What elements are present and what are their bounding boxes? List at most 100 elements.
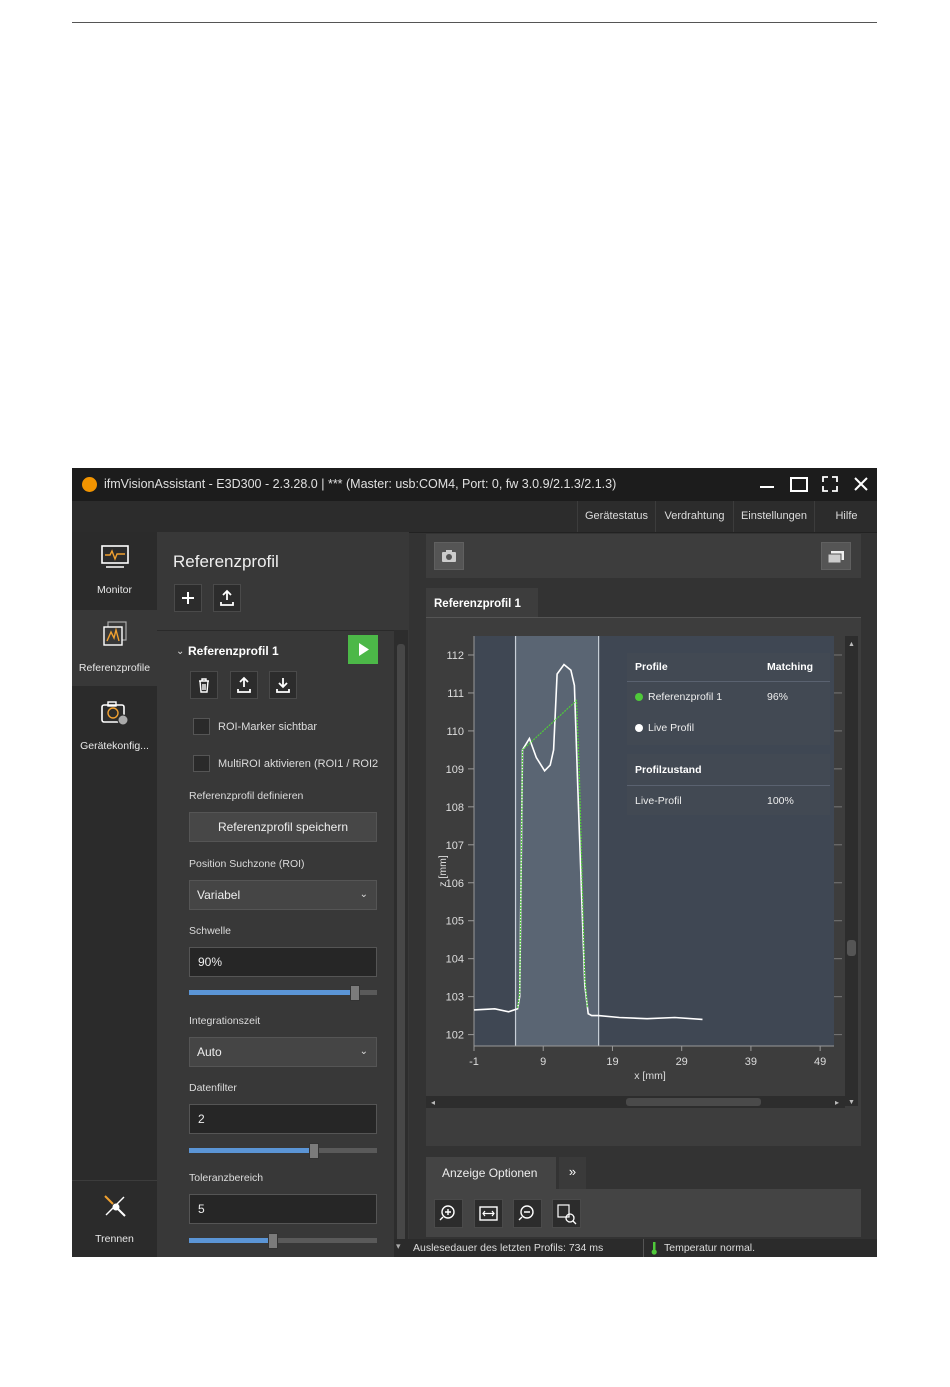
roi-marker-checkbox[interactable]	[193, 718, 210, 735]
y-tick-label: 109	[446, 764, 464, 776]
close-icon[interactable]	[850, 473, 872, 495]
define-label: Referenzprofil definieren	[189, 790, 304, 802]
y-tick-label: 111	[447, 688, 464, 700]
zoom-out-button[interactable]	[513, 1199, 542, 1228]
overlay-col-profile: Profile	[635, 661, 668, 673]
save-reference-button[interactable]: Referenzprofil speichern	[189, 812, 377, 842]
chevron-down-icon: ⌄	[359, 889, 368, 900]
menu-geraetestatus[interactable]: Gerätestatus	[577, 501, 655, 532]
scroll-left-icon: ◂	[431, 1098, 435, 1107]
profile-item-title: Referenzprofil 1	[188, 644, 279, 658]
maximize-icon[interactable]	[788, 473, 810, 495]
zoom-region-icon	[557, 1204, 577, 1225]
datenfilter-slider-fill	[189, 1148, 314, 1153]
y-tick-label: 110	[446, 726, 464, 738]
toleranz-slider[interactable]	[189, 1233, 377, 1249]
snapshot-button[interactable]	[434, 542, 464, 570]
datenfilter-label: Datenfilter	[189, 1082, 237, 1094]
tab-anzeige-optionen[interactable]: Anzeige Optionen	[426, 1157, 556, 1189]
x-axis-label: x [mm]	[634, 1070, 666, 1082]
menu-hilfe[interactable]: Hilfe	[814, 501, 877, 532]
multiroi-label: MultiROI aktivieren (ROI1 / ROI2	[218, 758, 379, 770]
app-logo-icon	[82, 477, 97, 492]
chart-vscrollbar	[845, 636, 858, 1106]
scroll-up-icon: ▲	[848, 641, 855, 648]
x-tick-label: -1	[469, 1056, 479, 1068]
monitor-icon	[101, 545, 129, 568]
position-value: Variabel	[197, 888, 241, 902]
nav-referenzprofile-label: Referenzprofile	[78, 662, 151, 674]
page-rule	[72, 22, 877, 23]
title-bar: ifmVisionAssistant - E3D300 - 2.3.28.0 |…	[72, 468, 877, 501]
roi-marker-label: ROI-Marker sichtbar	[218, 721, 318, 733]
chart-hscrollbar-thumb	[626, 1098, 761, 1106]
layers-button[interactable]	[821, 542, 851, 570]
window-title: ifmVisionAssistant - E3D300 - 2.3.28.0 |…	[104, 477, 617, 491]
schwelle-slider-handle[interactable]	[350, 985, 361, 1001]
position-label: Position Suchzone (ROI)	[189, 858, 305, 870]
nav-monitor-label: Monitor	[96, 584, 132, 596]
expand-options-icon[interactable]: »	[559, 1157, 586, 1189]
panel-divider	[157, 630, 394, 631]
y-tick-label: 102	[446, 1030, 464, 1042]
referenzprofile-icon	[103, 621, 127, 646]
nav-referenzprofile[interactable]: Referenzprofile	[72, 610, 157, 686]
state-name: Live-Profil	[635, 795, 682, 807]
status-divider	[643, 1239, 644, 1257]
matching-overlay: Profile Matching Referenzprofil 1 96% Li…	[627, 653, 830, 745]
import-button[interactable]	[269, 671, 297, 699]
schwelle-input[interactable]: 90%	[189, 947, 377, 977]
datenfilter-input[interactable]: 2	[189, 1104, 377, 1134]
schwelle-slider-fill	[189, 990, 355, 995]
schwelle-slider[interactable]	[189, 985, 377, 1001]
minimize-icon[interactable]	[756, 473, 778, 495]
position-dropdown[interactable]: Variabel ⌄	[189, 880, 377, 910]
toleranz-slider-handle[interactable]	[267, 1233, 278, 1249]
nav-geraetekonfig-label: Gerätekonfig...	[80, 740, 149, 752]
nav-geraetekonfig[interactable]: Gerätekonfig...	[72, 688, 157, 764]
panel-scrollbar-thumb[interactable]	[397, 644, 405, 1250]
integration-label: Integrationszeit	[189, 1015, 261, 1027]
panel-scrollbar[interactable]	[394, 630, 408, 1257]
play-button[interactable]	[348, 635, 378, 664]
x-tick-label: 49	[814, 1056, 826, 1068]
live-dot-icon	[635, 724, 643, 732]
delete-button[interactable]	[190, 671, 218, 699]
app-window: ifmVisionAssistant - E3D300 - 2.3.28.0 |…	[72, 468, 877, 1257]
chevron-down-icon: ⌄	[359, 1046, 368, 1057]
thermometer-icon	[651, 1242, 657, 1255]
nav-monitor[interactable]: Monitor	[72, 532, 157, 608]
upload-button[interactable]	[213, 584, 241, 612]
collapse-chevron-icon[interactable]: ⌄	[176, 646, 184, 657]
add-button[interactable]	[174, 584, 202, 612]
toleranz-label: Toleranzbereich	[189, 1172, 264, 1184]
status-readout: Auslesedauer des letzten Profils: 734 ms	[413, 1242, 604, 1254]
multiroi-checkbox[interactable]	[193, 755, 210, 772]
scroll-down-arrow-icon[interactable]: ▾	[396, 1241, 401, 1252]
state-header: Profilzustand	[635, 764, 702, 776]
zoom-in-button[interactable]	[434, 1199, 463, 1228]
menu-einstellungen[interactable]: Einstellungen	[733, 501, 814, 532]
menu-verdrahtung[interactable]: Verdrahtung	[655, 501, 733, 532]
datenfilter-slider[interactable]	[189, 1143, 377, 1159]
tab-referenzprofil-1[interactable]: Referenzprofil 1	[426, 588, 538, 617]
datenfilter-slider-handle[interactable]	[309, 1143, 320, 1159]
toleranz-slider-fill	[189, 1238, 272, 1243]
zoom-region-button[interactable]	[552, 1199, 581, 1228]
roi-band	[515, 636, 599, 1046]
fullscreen-icon[interactable]	[819, 473, 841, 495]
view-toolbar	[426, 534, 861, 578]
integration-value: Auto	[197, 1045, 222, 1059]
export-button[interactable]	[230, 671, 258, 699]
left-nav: Monitor Referenzprofile Gerätekonfig...	[72, 532, 157, 1257]
overlay-divider	[627, 681, 830, 682]
fit-width-button[interactable]	[474, 1199, 503, 1228]
status-temperature: Temperatur normal.	[664, 1242, 756, 1254]
toleranz-input[interactable]: 5	[189, 1194, 377, 1224]
nav-trennen[interactable]: Trennen	[72, 1180, 157, 1257]
integration-dropdown[interactable]: Auto ⌄	[189, 1037, 377, 1067]
x-tick-label: 19	[606, 1056, 618, 1068]
scroll-right-icon: ▸	[835, 1098, 839, 1107]
x-tick-label: 29	[676, 1056, 688, 1068]
fit-width-icon	[479, 1206, 498, 1221]
